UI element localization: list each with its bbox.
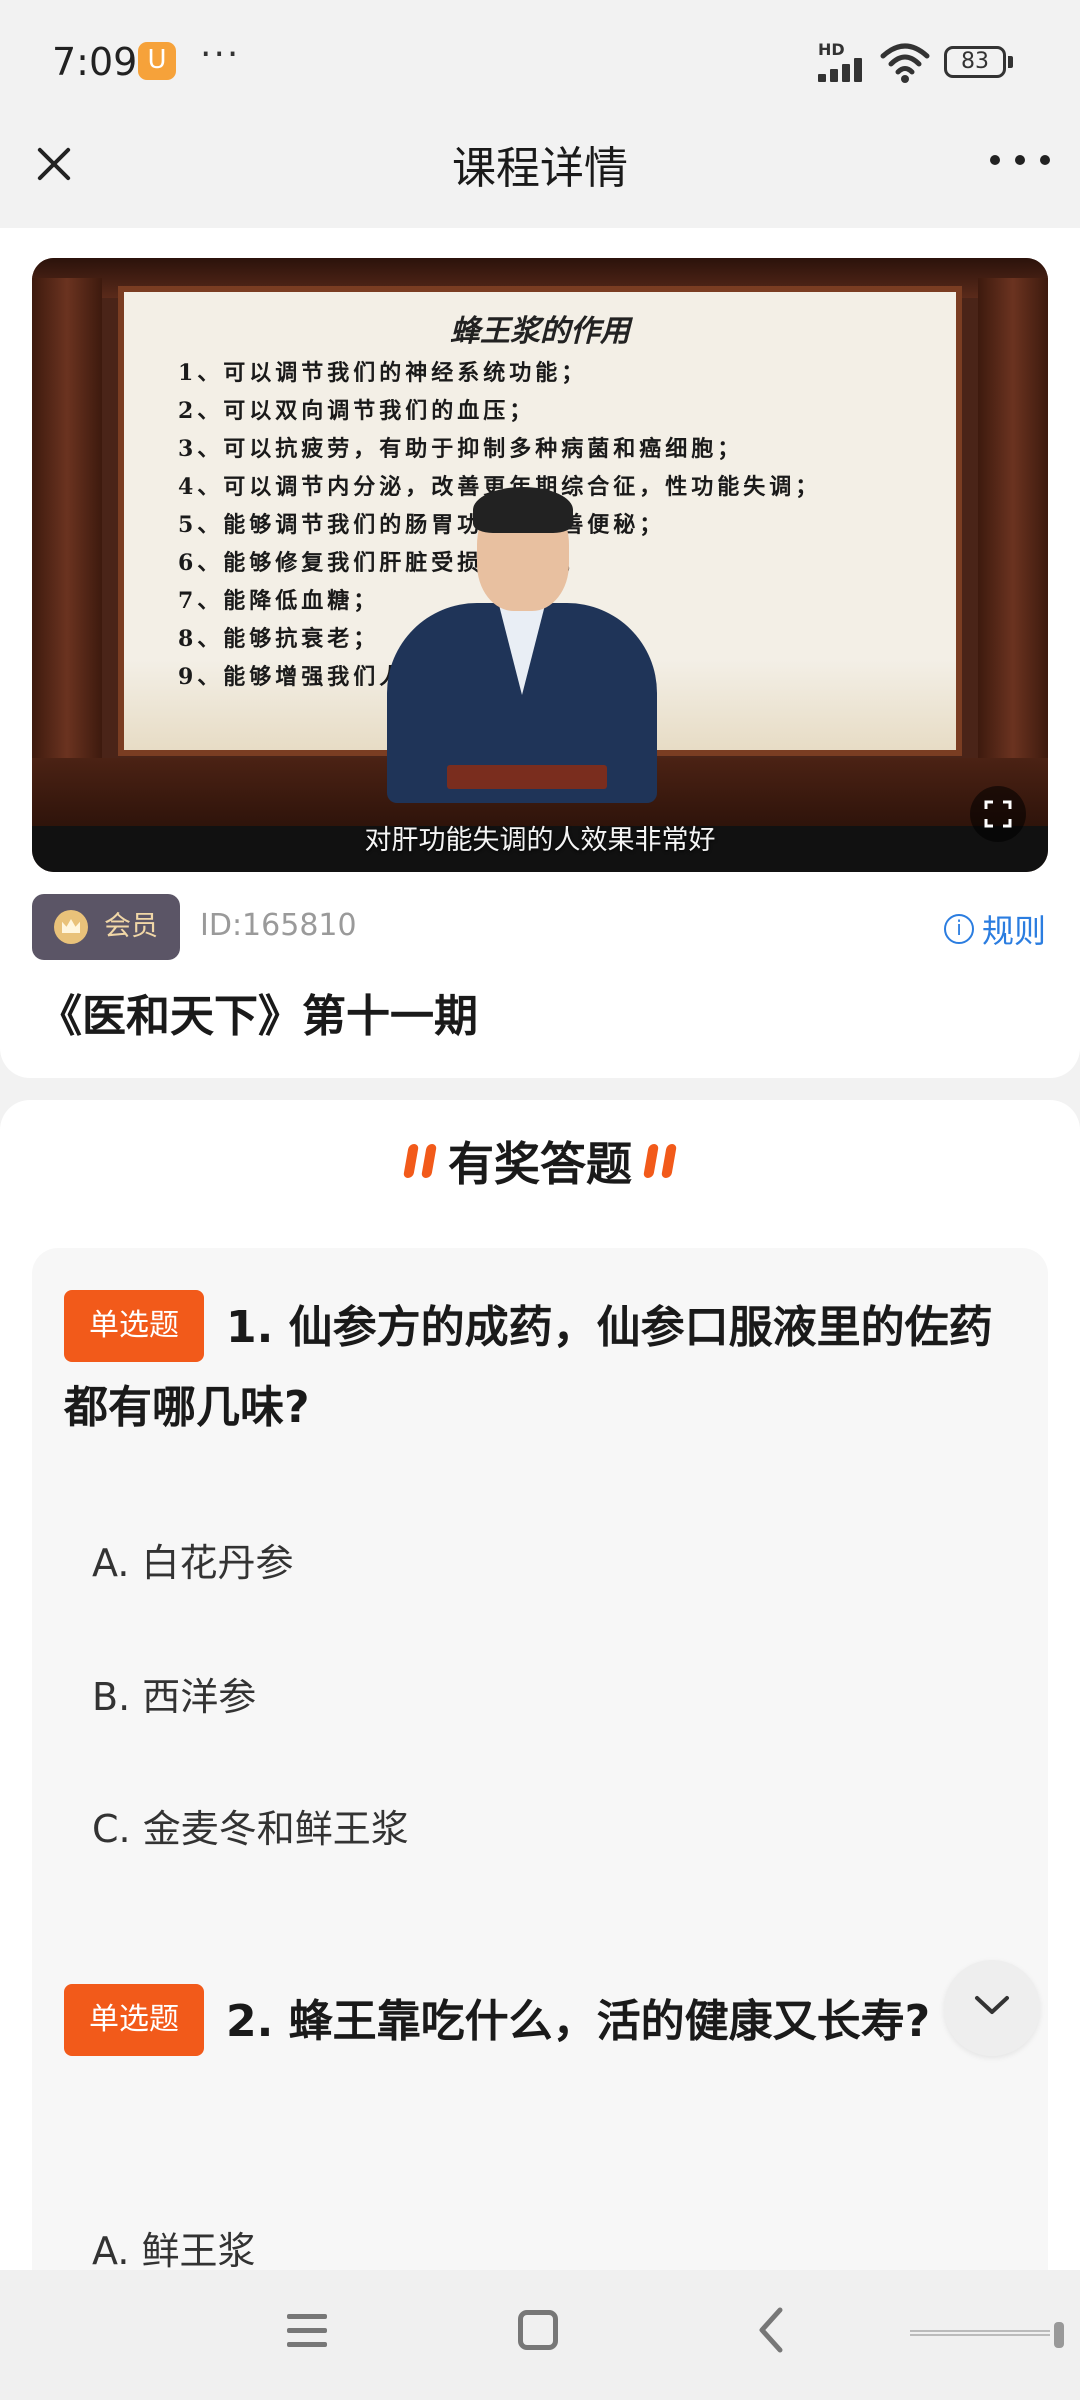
question-text: 单选题 1. 仙参方的成药，仙参口服液里的佐药都有哪几味? [64,1288,1018,1448]
title-decoration-left [403,1144,437,1178]
answer-option[interactable]: A. 白花丹参 [92,1532,294,1587]
battery-icon: 83 [944,46,1013,78]
course-card: 蜂王浆的作用 1、可以调节我们的神经系统功能； 2、可以双向调节我们的血压； 3… [0,228,1080,1078]
answer-option[interactable]: B. 西洋参 [92,1666,256,1721]
answer-option[interactable]: C. 金麦冬和鲜王浆 [92,1798,409,1853]
member-badge: 会员 [32,894,180,960]
quiz-title: 有奖答题 [448,1137,632,1191]
app-notification-icon: U [138,42,176,80]
right-pillar [978,278,1048,798]
scroll-indicator [910,2330,1050,2336]
more-notifications-icon: ··· [200,34,241,75]
member-badge-label: 会员 [104,911,158,942]
crown-icon [54,910,88,944]
page-title: 课程详情 [452,143,628,194]
app-header: 课程详情 [0,120,1080,225]
answer-option[interactable]: A. 鲜王浆 [92,2220,256,2275]
board-line: 2、可以双向调节我们的血压； [178,398,536,424]
fullscreen-icon[interactable] [970,786,1026,842]
presenter-hair [473,487,573,533]
board-line: 1、可以调节我们的神经系统功能； [178,360,588,386]
quiz-header: 有奖答题 [0,1126,1080,1196]
question-text: 单选题 2. 蜂王靠吃什么，活的健康又长寿? [64,1982,1018,2062]
video-subtitle: 对肝功能失调的人效果非常好 [364,825,716,856]
more-icon[interactable] [990,140,1050,180]
home-icon[interactable] [518,2310,558,2350]
left-pillar [32,278,102,798]
board-title: 蜂王浆的作用 [450,314,630,349]
question-type-tag: 单选题 [64,1984,204,2056]
course-title: 《医和天下》第十一期 [38,991,478,1042]
question-title: 2. 蜂王靠吃什么，活的健康又长寿? [226,1996,931,2047]
info-icon: i [943,914,974,944]
status-time: 7:09 [52,40,138,84]
back-icon[interactable] [752,2306,792,2354]
presenter-book [447,765,607,789]
quiz-section: 有奖答题 单选题 1. 仙参方的成药，仙参口服液里的佐药都有哪几味? A. 白花丹… [0,1100,1080,2400]
wifi-icon [880,43,930,83]
question-card: 单选题 1. 仙参方的成药，仙参口服液里的佐药都有哪几味? A. 白花丹参 B. … [32,1248,1048,2012]
signal-icon [818,58,870,82]
board-line: 3、可以抗疲劳，有助于抑制多种病菌和癌细胞； [178,436,744,462]
title-decoration-right [643,1144,677,1178]
rules-label: 规则 [981,912,1046,950]
question-type-tag: 单选题 [64,1290,204,1362]
course-id: ID:165810 [200,908,357,943]
recent-apps-icon[interactable] [287,2310,327,2350]
status-bar: 7:09 U ··· HD 83 [0,0,1080,120]
video-player[interactable]: 蜂王浆的作用 1、可以调节我们的神经系统功能； 2、可以双向调节我们的血压； 3… [32,258,1048,872]
chevron-down-icon[interactable] [944,1960,1040,2056]
network-type-label: HD [818,40,845,59]
presenter-figure [387,487,657,803]
scroll-handle[interactable] [1054,2322,1064,2348]
rules-link[interactable]: i 规则 [943,906,1046,952]
